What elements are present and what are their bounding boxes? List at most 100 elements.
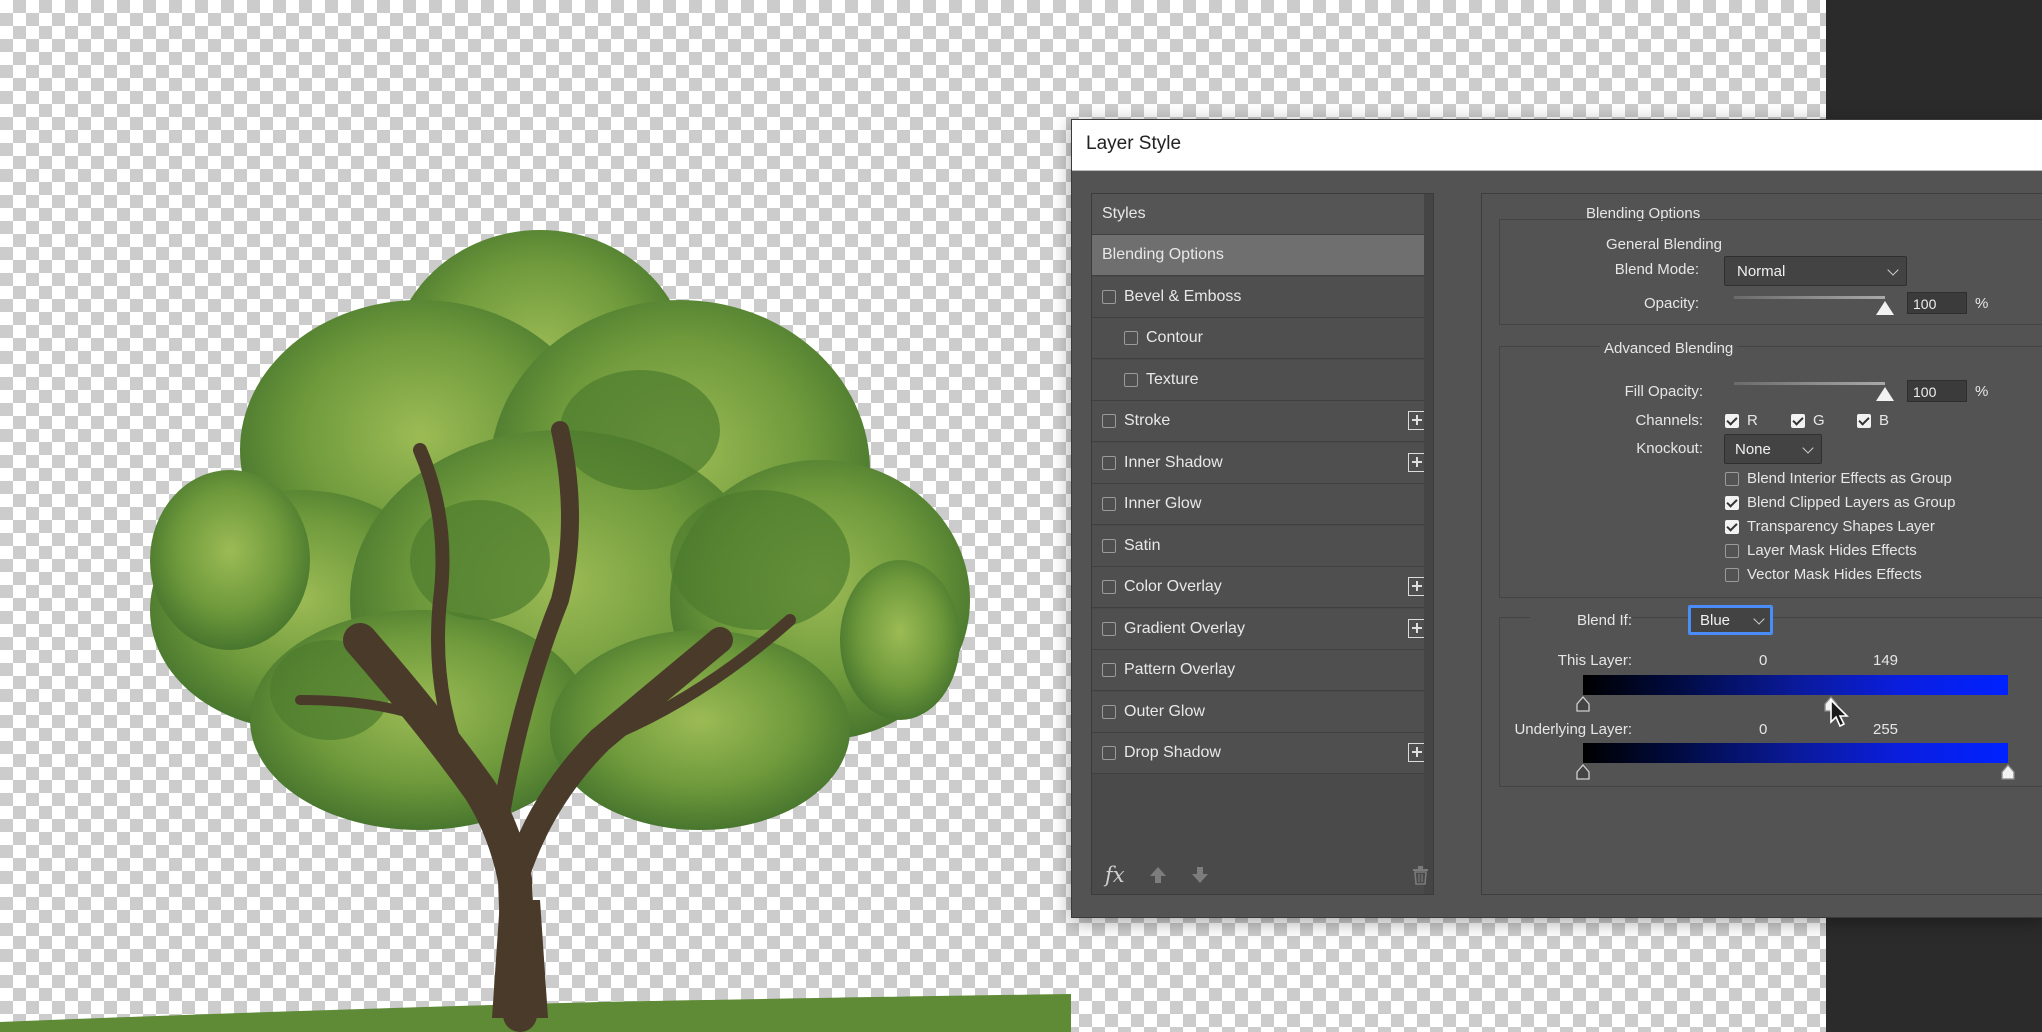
layer-style-dialog: Layer Style Styles Blending Options Bevel… bbox=[1071, 119, 2042, 918]
style-item-stroke[interactable]: Stroke bbox=[1092, 401, 1428, 442]
style-checkbox[interactable] bbox=[1102, 704, 1116, 719]
advanced-option-checkbox[interactable] bbox=[1725, 544, 1739, 558]
style-checkbox[interactable] bbox=[1124, 372, 1138, 387]
this-layer-gradient-bar bbox=[1583, 675, 2008, 695]
advanced-option-checkbox[interactable] bbox=[1725, 472, 1739, 486]
style-checkbox[interactable] bbox=[1102, 538, 1116, 553]
advanced-option-checkbox[interactable] bbox=[1725, 496, 1739, 510]
style-item-bevel-emboss[interactable]: Bevel & Emboss bbox=[1092, 276, 1428, 318]
channel-g-label: G bbox=[1813, 412, 1825, 429]
blend-mode-label: Blend Mode: bbox=[1614, 261, 1699, 278]
advanced-option-label: Layer Mask Hides Effects bbox=[1747, 542, 1917, 559]
opacity-slider-handle[interactable] bbox=[1876, 301, 1894, 315]
knockout-value: None bbox=[1735, 441, 1771, 458]
opacity-percent: % bbox=[1975, 295, 1989, 312]
underlying-layer-gradient-bar bbox=[1583, 743, 2008, 763]
fx-icon[interactable]: fx bbox=[1105, 863, 1125, 887]
opacity-value: 100 bbox=[1913, 296, 1937, 312]
style-item-label: Contour bbox=[1146, 329, 1203, 346]
blend-if-select[interactable]: Blue bbox=[1688, 605, 1773, 635]
style-item-label: Outer Glow bbox=[1124, 702, 1205, 720]
opacity-input[interactable]: 100 bbox=[1907, 292, 1967, 314]
arrow-up-icon[interactable] bbox=[1149, 866, 1167, 884]
fill-opacity-value: 100 bbox=[1913, 384, 1937, 400]
underlying-layer-label: Underlying Layer: bbox=[1514, 721, 1632, 738]
style-item-label: Stroke bbox=[1124, 412, 1171, 429]
blend-mode-select[interactable]: Normal bbox=[1724, 256, 1907, 286]
style-item-satin[interactable]: Satin bbox=[1092, 525, 1428, 567]
style-item-texture[interactable]: Texture bbox=[1092, 359, 1428, 401]
style-checkbox[interactable] bbox=[1102, 289, 1116, 304]
fx-label: fx bbox=[1105, 863, 1125, 887]
fill-opacity-label: Fill Opacity: bbox=[1624, 383, 1703, 400]
this-layer-low-value: 0 bbox=[1759, 652, 1768, 669]
fill-opacity-percent: % bbox=[1975, 383, 1989, 400]
advanced-option-label: Blend Clipped Layers as Group bbox=[1747, 494, 1956, 511]
style-checkbox[interactable] bbox=[1102, 414, 1116, 428]
style-checkbox[interactable] bbox=[1102, 663, 1116, 677]
chevron-down-icon bbox=[1802, 442, 1814, 454]
tree-image bbox=[0, 230, 1071, 1032]
style-item-label: Color Overlay bbox=[1124, 578, 1222, 595]
underlying-layer-low-value: 0 bbox=[1759, 721, 1768, 738]
knockout-select[interactable]: None bbox=[1724, 434, 1822, 464]
advanced-option-label: Vector Mask Hides Effects bbox=[1747, 566, 1922, 583]
style-item-inner-glow[interactable]: Inner Glow bbox=[1092, 484, 1428, 525]
channel-b-checkbox[interactable] bbox=[1857, 414, 1871, 428]
underlying-layer-black-handle[interactable] bbox=[1576, 764, 1590, 780]
style-item-contour[interactable]: Contour bbox=[1092, 318, 1428, 359]
fill-opacity-slider-handle[interactable] bbox=[1876, 387, 1894, 401]
style-item-color-overlay[interactable]: Color Overlay bbox=[1092, 567, 1428, 608]
chevron-down-icon bbox=[1753, 613, 1765, 625]
style-item-blending-options[interactable]: Blending Options bbox=[1092, 235, 1428, 276]
general-blending-title: General Blending bbox=[1602, 236, 1726, 253]
style-item-label: Drop Shadow bbox=[1124, 744, 1221, 761]
channels-label: Channels: bbox=[1635, 412, 1703, 429]
this-layer-high-value: 149 bbox=[1873, 652, 1899, 669]
style-item-label: Pattern Overlay bbox=[1124, 661, 1236, 678]
advanced-blending-title: Advanced Blending bbox=[1600, 340, 1738, 357]
dialog-titlebar[interactable]: Layer Style bbox=[1072, 120, 2042, 171]
style-item-pattern-overlay[interactable]: Pattern Overlay bbox=[1092, 650, 1428, 691]
dialog-title: Layer Style bbox=[1086, 133, 1182, 154]
styles-header[interactable]: Styles bbox=[1092, 194, 1428, 235]
style-item-outer-glow[interactable]: Outer Glow bbox=[1092, 691, 1428, 733]
underlying-layer-white-handle[interactable] bbox=[2001, 764, 2015, 780]
opacity-slider-track[interactable] bbox=[1734, 296, 1885, 299]
style-item-label: Texture bbox=[1146, 370, 1199, 388]
style-item-inner-shadow[interactable]: Inner Shadow bbox=[1092, 442, 1428, 484]
fill-opacity-slider-track[interactable] bbox=[1734, 382, 1885, 385]
knockout-label: Knockout: bbox=[1636, 440, 1703, 457]
style-checkbox[interactable] bbox=[1102, 621, 1116, 636]
channel-r-label: R bbox=[1747, 412, 1758, 429]
fill-opacity-input[interactable]: 100 bbox=[1907, 380, 1967, 402]
channel-g-checkbox[interactable] bbox=[1791, 414, 1805, 428]
style-item-drop-shadow[interactable]: Drop Shadow bbox=[1092, 733, 1428, 774]
channel-r-checkbox[interactable] bbox=[1725, 414, 1739, 428]
chevron-down-icon bbox=[1887, 264, 1899, 276]
style-item-label: Blending Options bbox=[1102, 246, 1224, 263]
style-checkbox[interactable] bbox=[1124, 331, 1138, 345]
channel-b-label: B bbox=[1879, 412, 1890, 429]
trash-icon[interactable] bbox=[1412, 866, 1429, 885]
styles-scrollbar[interactable] bbox=[1424, 194, 1433, 894]
blend-if-value: Blue bbox=[1700, 612, 1731, 629]
style-checkbox[interactable] bbox=[1102, 497, 1116, 511]
blending-options-panel: Blending Options General Blending Blend … bbox=[1481, 193, 2042, 895]
style-checkbox[interactable] bbox=[1102, 455, 1116, 470]
style-checkbox[interactable] bbox=[1102, 746, 1116, 760]
underlying-layer-high-value: 255 bbox=[1873, 721, 1899, 738]
mouse-cursor-icon bbox=[1830, 698, 1849, 728]
advanced-option-checkbox[interactable] bbox=[1725, 568, 1739, 582]
advanced-option-label: Transparency Shapes Layer bbox=[1747, 518, 1935, 535]
arrow-down-icon[interactable] bbox=[1191, 866, 1209, 884]
advanced-option-label: Blend Interior Effects as Group bbox=[1747, 470, 1952, 487]
style-item-label: Inner Glow bbox=[1124, 495, 1202, 512]
style-item-label: Bevel & Emboss bbox=[1124, 287, 1242, 305]
style-item-gradient-overlay[interactable]: Gradient Overlay bbox=[1092, 608, 1428, 650]
blend-if-label: Blend If: bbox=[1530, 612, 1632, 629]
this-layer-label: This Layer: bbox=[1557, 652, 1632, 669]
advanced-option-checkbox[interactable] bbox=[1725, 520, 1739, 534]
style-checkbox[interactable] bbox=[1102, 580, 1116, 594]
this-layer-black-handle[interactable] bbox=[1576, 696, 1590, 712]
